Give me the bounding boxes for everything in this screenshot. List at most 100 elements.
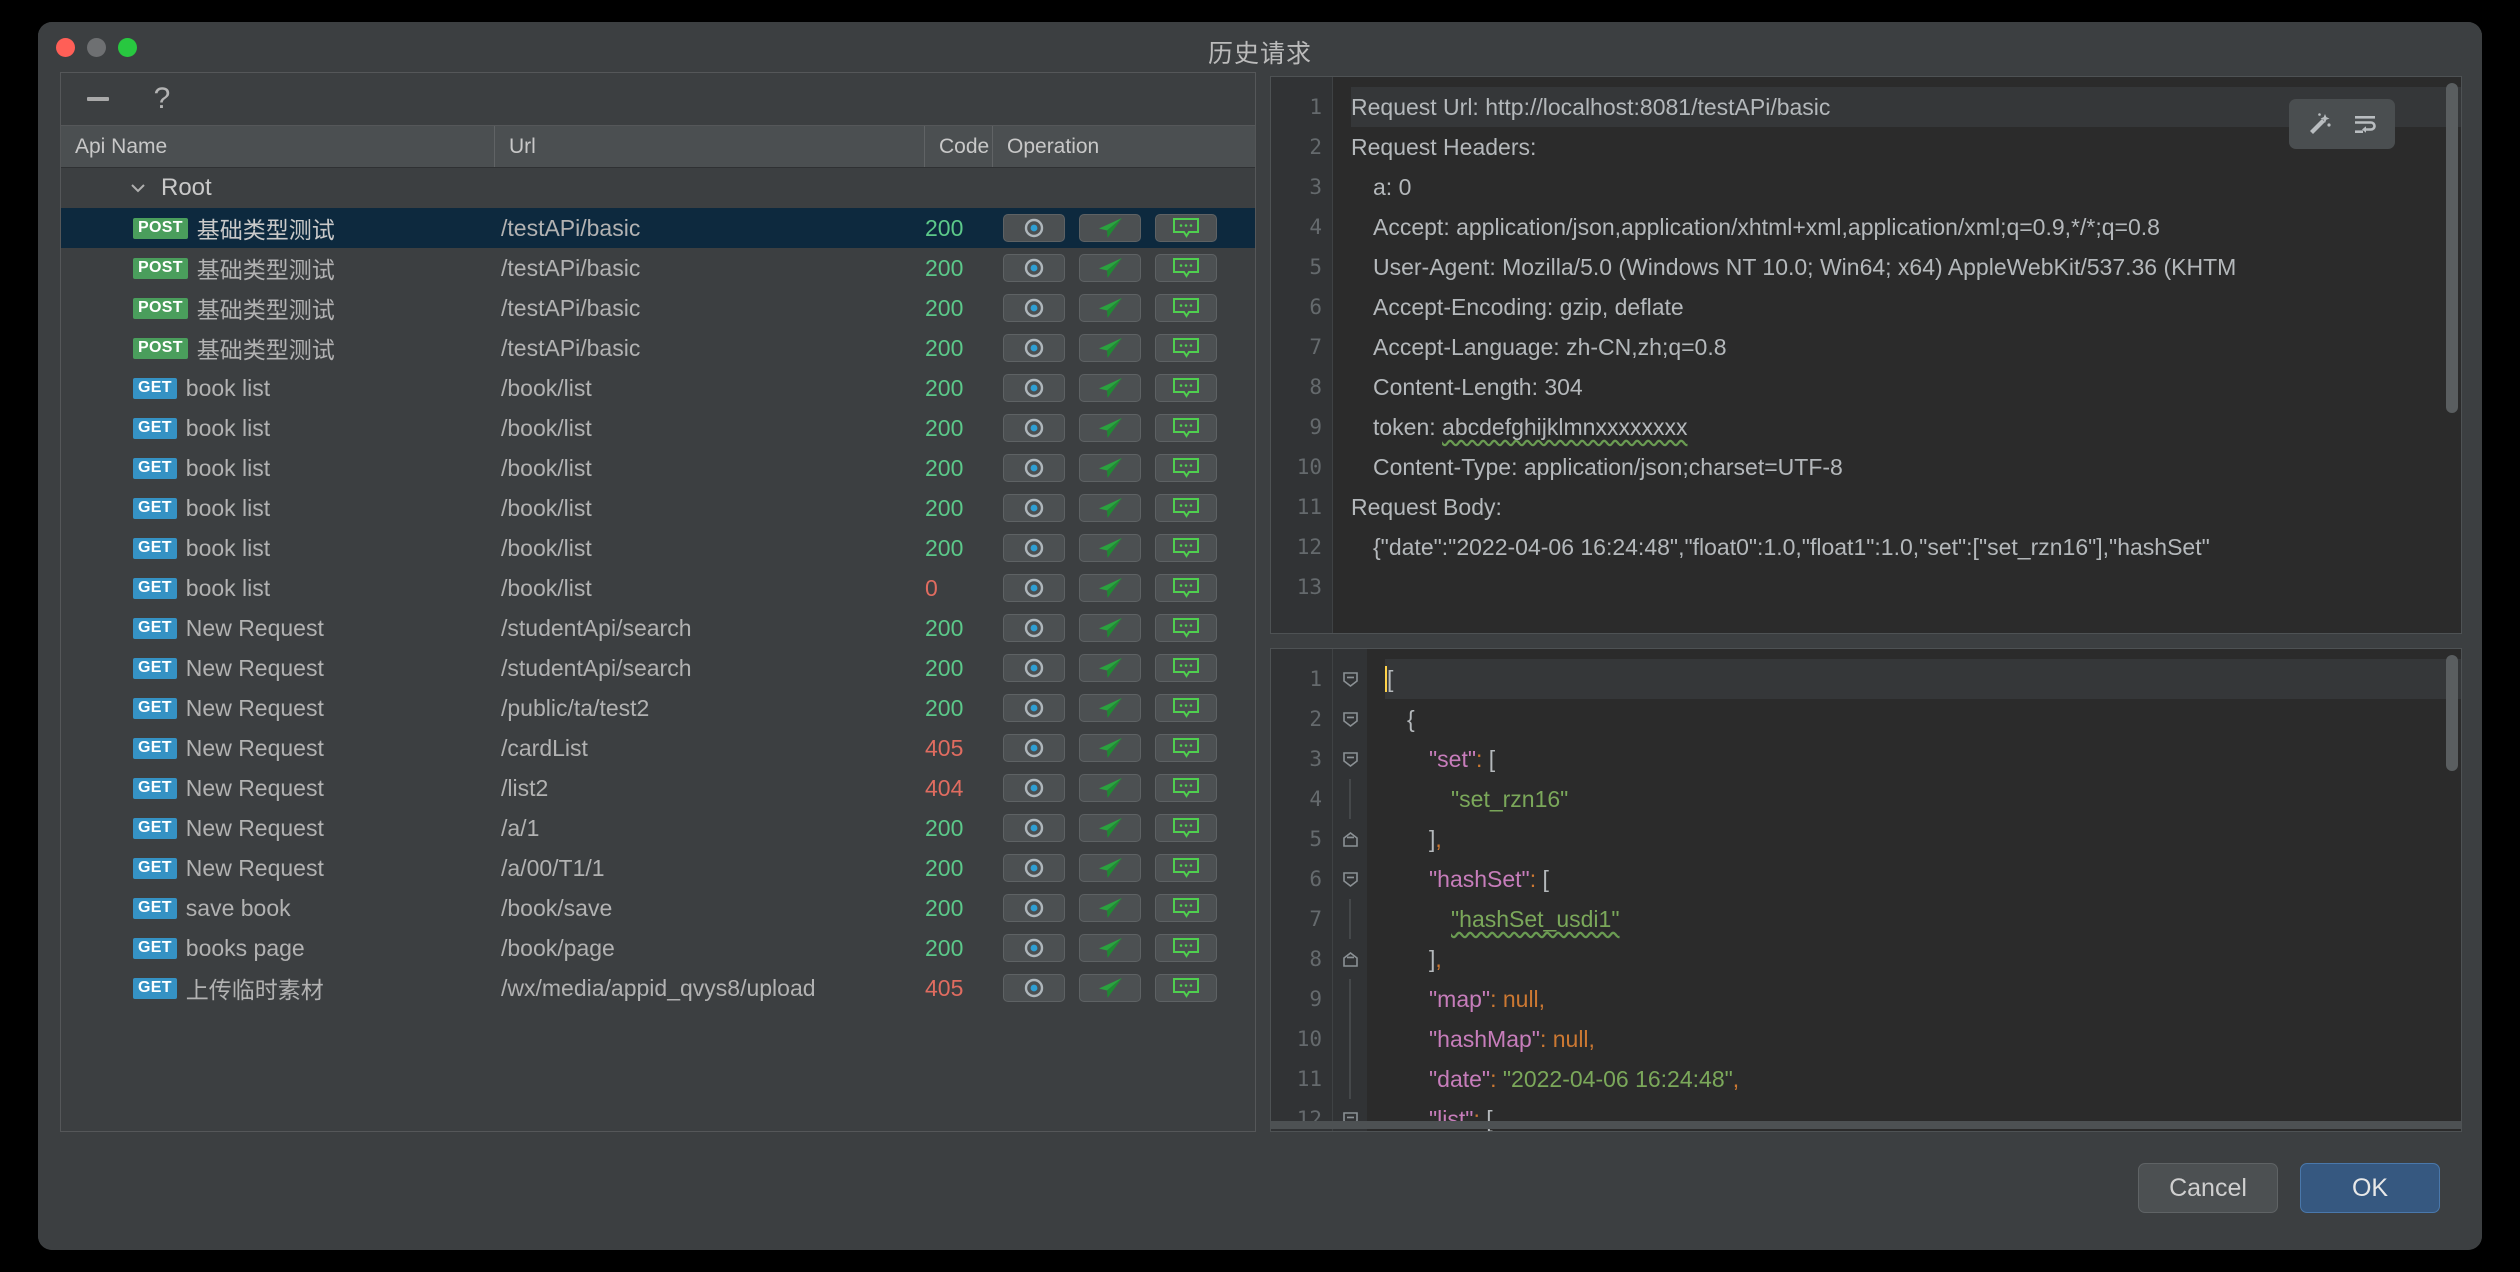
help-button[interactable]: ? — [145, 82, 179, 116]
target-circle-button[interactable] — [1003, 654, 1065, 682]
table-row[interactable]: POST 基础类型测试/testAPi/basic 200 — [61, 328, 1255, 368]
target-circle-button[interactable] — [1003, 574, 1065, 602]
tree-node-root[interactable]: Root — [61, 168, 1255, 208]
fold-slot[interactable] — [1333, 819, 1367, 859]
request-detail-editor[interactable]: 1 2 3 4 5 6 7 8 9 10 11 12 13 Request Url: http://lo… — [1270, 76, 2462, 634]
target-circle-button[interactable] — [1003, 854, 1065, 882]
table-row[interactable]: GET New Request/a/1 200 — [61, 808, 1255, 848]
target-circle-button[interactable] — [1003, 774, 1065, 802]
target-circle-button[interactable] — [1003, 374, 1065, 402]
table-row[interactable]: GET books page/book/page 200 — [61, 928, 1255, 968]
table-row[interactable]: GET book list/book/list 200 — [61, 488, 1255, 528]
ok-button[interactable]: OK — [2300, 1163, 2440, 1213]
fold-slot[interactable] — [1333, 939, 1367, 979]
target-circle-button[interactable] — [1003, 454, 1065, 482]
send-plane-button[interactable] — [1079, 614, 1141, 642]
table-row[interactable]: GET New Request/a/00/T1/1 200 — [61, 848, 1255, 888]
target-circle-button[interactable] — [1003, 414, 1065, 442]
request-detail-text[interactable]: Request Url: http://localhost:8081/testA… — [1333, 77, 2461, 633]
target-circle-button[interactable] — [1003, 534, 1065, 562]
table-row[interactable]: POST 基础类型测试/testAPi/basic 200 — [61, 248, 1255, 288]
table-row[interactable]: GET New Request/studentApi/search 200 — [61, 648, 1255, 688]
cancel-button[interactable]: Cancel — [2138, 1163, 2278, 1213]
target-circle-button[interactable] — [1003, 694, 1065, 722]
target-circle-button[interactable] — [1003, 334, 1065, 362]
table-row[interactable]: GET New Request/public/ta/test2 200 — [61, 688, 1255, 728]
comment-bubble-button[interactable] — [1155, 414, 1217, 442]
send-plane-button[interactable] — [1079, 334, 1141, 362]
comment-bubble-button[interactable] — [1155, 534, 1217, 562]
comment-bubble-button[interactable] — [1155, 334, 1217, 362]
table-row[interactable]: GET New Request/list2 404 — [61, 768, 1255, 808]
send-plane-button[interactable] — [1079, 574, 1141, 602]
request-vertical-scrollbar[interactable] — [2446, 83, 2458, 413]
table-row[interactable]: POST 基础类型测试/testAPi/basic 200 — [61, 288, 1255, 328]
send-plane-button[interactable] — [1079, 934, 1141, 962]
table-row[interactable]: GET New Request/studentApi/search 200 — [61, 608, 1255, 648]
magic-wand-button[interactable] — [2299, 106, 2339, 142]
comment-bubble-button[interactable] — [1155, 854, 1217, 882]
target-circle-button[interactable] — [1003, 614, 1065, 642]
table-row[interactable]: GET New Request/cardList 405 — [61, 728, 1255, 768]
response-json-editor[interactable]: 12345678910111213 [{"set": ["set_rzn16"]… — [1270, 648, 2462, 1132]
send-plane-button[interactable] — [1079, 894, 1141, 922]
send-plane-button[interactable] — [1079, 734, 1141, 762]
table-row[interactable]: GET book list/book/list 200 — [61, 368, 1255, 408]
send-plane-button[interactable] — [1079, 294, 1141, 322]
target-circle-button[interactable] — [1003, 934, 1065, 962]
comment-bubble-button[interactable] — [1155, 934, 1217, 962]
comment-bubble-button[interactable] — [1155, 254, 1217, 282]
comment-bubble-button[interactable] — [1155, 814, 1217, 842]
table-row[interactable]: GET 上传临时素材/wx/media/appid_qvys8/upload 405 — [61, 968, 1255, 1008]
send-plane-button[interactable] — [1079, 854, 1141, 882]
response-vertical-scrollbar[interactable] — [2446, 655, 2458, 771]
fold-collapse-icon[interactable] — [1341, 870, 1360, 889]
fold-slot[interactable] — [1333, 659, 1367, 699]
fold-expand-icon[interactable] — [1341, 950, 1360, 969]
comment-bubble-button[interactable] — [1155, 454, 1217, 482]
soft-wrap-button[interactable] — [2345, 106, 2385, 142]
target-circle-button[interactable] — [1003, 494, 1065, 522]
comment-bubble-button[interactable] — [1155, 774, 1217, 802]
comment-bubble-button[interactable] — [1155, 734, 1217, 762]
send-plane-button[interactable] — [1079, 694, 1141, 722]
column-header-api-name[interactable]: Api Name — [61, 126, 495, 167]
comment-bubble-button[interactable] — [1155, 614, 1217, 642]
column-header-code[interactable]: Code — [925, 126, 993, 167]
send-plane-button[interactable] — [1079, 814, 1141, 842]
comment-bubble-button[interactable] — [1155, 894, 1217, 922]
send-plane-button[interactable] — [1079, 654, 1141, 682]
comment-bubble-button[interactable] — [1155, 374, 1217, 402]
response-json-text[interactable]: [{"set": ["set_rzn16"], "hashSet": ["hash… — [1367, 649, 2461, 1131]
chevron-down-icon[interactable] — [127, 177, 149, 199]
target-circle-button[interactable] — [1003, 294, 1065, 322]
send-plane-button[interactable] — [1079, 974, 1141, 1002]
target-circle-button[interactable] — [1003, 214, 1065, 242]
table-row[interactable]: GET book list/book/list 200 — [61, 448, 1255, 488]
collapse-all-button[interactable] — [81, 82, 115, 116]
table-row[interactable]: GET book list/book/list 200 — [61, 528, 1255, 568]
comment-bubble-button[interactable] — [1155, 574, 1217, 602]
table-row[interactable]: GET book list/book/list 200 — [61, 408, 1255, 448]
target-circle-button[interactable] — [1003, 734, 1065, 762]
send-plane-button[interactable] — [1079, 454, 1141, 482]
fold-collapse-icon[interactable] — [1341, 750, 1360, 769]
comment-bubble-button[interactable] — [1155, 654, 1217, 682]
response-horizontal-scrollbar[interactable] — [1271, 1121, 2461, 1129]
fold-slot[interactable] — [1333, 699, 1367, 739]
table-row[interactable]: POST 基础类型测试/testAPi/basic 200 — [61, 208, 1255, 248]
comment-bubble-button[interactable] — [1155, 694, 1217, 722]
fold-slot[interactable] — [1333, 859, 1367, 899]
target-circle-button[interactable] — [1003, 254, 1065, 282]
target-circle-button[interactable] — [1003, 814, 1065, 842]
column-header-operation[interactable]: Operation — [993, 126, 1255, 167]
fold-slot[interactable] — [1333, 739, 1367, 779]
fold-collapse-icon[interactable] — [1341, 670, 1360, 689]
column-header-url[interactable]: Url — [495, 126, 925, 167]
fold-expand-icon[interactable] — [1341, 830, 1360, 849]
comment-bubble-button[interactable] — [1155, 974, 1217, 1002]
target-circle-button[interactable] — [1003, 974, 1065, 1002]
fold-collapse-icon[interactable] — [1341, 710, 1360, 729]
send-plane-button[interactable] — [1079, 534, 1141, 562]
comment-bubble-button[interactable] — [1155, 494, 1217, 522]
